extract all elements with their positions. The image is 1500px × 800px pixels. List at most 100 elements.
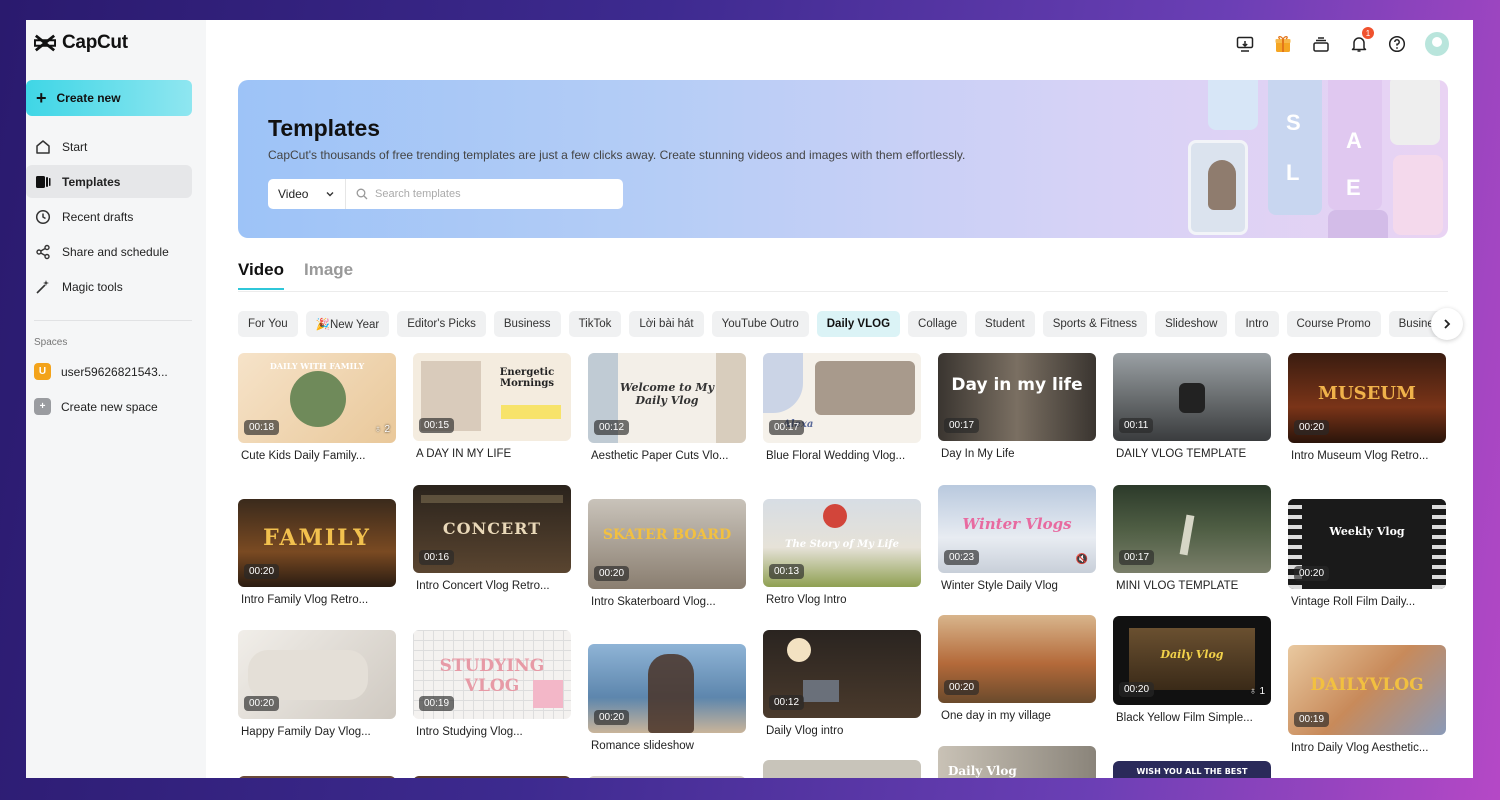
thumbnail-text: DAILY WITH FAMILY bbox=[269, 361, 365, 371]
tab-image[interactable]: Image bbox=[304, 260, 353, 290]
category-chips: For You 🎉New Year Editor's Picks Busines… bbox=[238, 311, 1438, 337]
magic-wand-icon bbox=[34, 278, 52, 296]
sidebar-item-label: Magic tools bbox=[62, 279, 123, 294]
category-chip[interactable]: Course Promo bbox=[1286, 311, 1381, 337]
template-card[interactable]: SKATER BOARD 00:20 Intro Skaterboard Vlo… bbox=[588, 499, 746, 608]
logo[interactable]: CapCut bbox=[34, 32, 128, 54]
template-card[interactable]: FAMILY 00:20 Intro Family Vlog Retro... bbox=[238, 499, 396, 606]
sidebar-item-share-schedule[interactable]: Share and schedule bbox=[26, 235, 192, 268]
search-type-select[interactable]: Video bbox=[268, 179, 346, 209]
help-icon[interactable] bbox=[1387, 34, 1407, 54]
template-card[interactable] bbox=[588, 776, 746, 778]
category-chip[interactable]: Collage bbox=[908, 311, 968, 337]
template-card[interactable]: The Story of My Life 00:13 Retro Vlog In… bbox=[763, 499, 921, 606]
gift-icon[interactable] bbox=[1273, 34, 1293, 54]
category-chip[interactable]: Editor's Picks bbox=[397, 311, 486, 337]
mute-icon[interactable]: 🔇 bbox=[1076, 554, 1088, 565]
template-card[interactable]: Weekly Vlog 00:20 Vintage Roll Film Dail… bbox=[1288, 499, 1446, 608]
space-user-name: user59626821543... bbox=[61, 364, 168, 379]
category-chip[interactable]: For You bbox=[238, 311, 298, 337]
template-card[interactable]: Winter Vlogs 00:23 🔇 Winter Style Daily … bbox=[938, 485, 1096, 592]
search-bar: Video bbox=[268, 179, 623, 209]
template-title: Cute Kids Daily Family... bbox=[241, 450, 366, 462]
usage-value: 2 bbox=[384, 424, 390, 435]
search-input[interactable] bbox=[375, 188, 605, 200]
template-thumbnail: Daily Vlog 00:20 ♁ 1 bbox=[1113, 616, 1271, 705]
thumbnail-text: FAMILY bbox=[263, 525, 371, 551]
template-card[interactable]: Alexa 00:17 Blue Floral Wedding Vlog... bbox=[763, 353, 921, 462]
bell-icon[interactable]: 1 bbox=[1349, 27, 1374, 54]
sidebar-item-templates[interactable]: Templates bbox=[26, 165, 192, 198]
sidebar: CapCut + Create new Start Templates Rece… bbox=[26, 20, 206, 778]
search-type-value: Video bbox=[278, 187, 309, 201]
template-card[interactable]: WISH YOU ALL THE BEST bbox=[1113, 761, 1271, 778]
create-space-button[interactable]: + Create new space bbox=[34, 398, 158, 415]
category-chip[interactable]: Business bbox=[493, 311, 561, 337]
template-card[interactable] bbox=[238, 776, 396, 778]
thumbnail-text: DAILYVLOG bbox=[1310, 675, 1424, 695]
template-card[interactable] bbox=[413, 776, 571, 778]
template-card[interactable]: DAILYVLOG 00:19 Intro Daily Vlog Aesthet… bbox=[1288, 645, 1446, 754]
category-chip[interactable]: Sports & Fitness bbox=[1042, 311, 1148, 337]
art-letter: L bbox=[1286, 160, 1300, 185]
duration-badge: 00:19 bbox=[1294, 712, 1330, 727]
template-card[interactable]: Day in my life 00:17 Day In My Life bbox=[938, 353, 1096, 460]
template-card[interactable]: Daily Vlog bbox=[938, 746, 1096, 778]
plus-icon: + bbox=[36, 88, 47, 108]
template-card[interactable]: MUSEUM 00:20 Intro Museum Vlog Retro... bbox=[1288, 353, 1446, 462]
category-chip[interactable]: YouTube Outro bbox=[711, 311, 809, 337]
template-card[interactable]: 00:20 Romance slideshow bbox=[588, 644, 746, 752]
category-chip[interactable]: 🎉New Year bbox=[305, 311, 390, 337]
download-app-icon[interactable] bbox=[1235, 34, 1255, 54]
category-chip[interactable]: TikTok bbox=[568, 311, 622, 337]
duration-badge: 00:20 bbox=[1119, 682, 1155, 697]
duration-badge: 00:11 bbox=[1119, 418, 1154, 433]
tab-video[interactable]: Video bbox=[238, 260, 284, 290]
template-card[interactable]: Welcome to My Daily Vlog 00:12 Aesthetic… bbox=[588, 353, 746, 462]
template-title: A DAY IN MY LIFE bbox=[416, 448, 512, 460]
banner-illustration: S A L E bbox=[1178, 80, 1448, 238]
template-thumbnail: WISH YOU ALL THE BEST bbox=[1113, 761, 1271, 778]
template-thumbnail: 00:12 bbox=[763, 630, 921, 718]
sidebar-item-recent-drafts[interactable]: Recent drafts bbox=[26, 200, 192, 233]
user-avatar[interactable] bbox=[1425, 32, 1449, 56]
duration-badge: 00:20 bbox=[244, 564, 280, 579]
page-title: Templates bbox=[268, 115, 381, 141]
category-chip[interactable]: Student bbox=[975, 311, 1035, 337]
template-thumbnail: The Story of My Life 00:13 bbox=[763, 499, 921, 587]
template-card[interactable]: 00:12 Daily Vlog intro bbox=[763, 630, 921, 737]
template-thumbnail: FAMILY 00:20 bbox=[238, 499, 396, 587]
media-type-tabs: Video Image bbox=[238, 260, 353, 290]
template-card[interactable]: Energetic Mornings 00:15 A DAY IN MY LIF… bbox=[413, 353, 571, 460]
template-card[interactable]: 00:11 DAILY VLOG TEMPLATE bbox=[1113, 353, 1271, 460]
template-title: Blue Floral Wedding Vlog... bbox=[766, 450, 906, 462]
search-field bbox=[346, 179, 623, 209]
thumbnail-text: MUSEUM bbox=[1318, 383, 1416, 404]
template-card[interactable]: 00:20 Happy Family Day Vlog... bbox=[238, 630, 396, 738]
template-card[interactable]: DAILY WITH FAMILY 00:18 ♁ 2 Cute Kids Da… bbox=[238, 353, 396, 462]
duration-badge: 00:19 bbox=[419, 696, 455, 711]
template-title: Intro Studying Vlog... bbox=[416, 726, 523, 738]
template-card[interactable]: CONCERT 00:16 Intro Concert Vlog Retro..… bbox=[413, 485, 571, 592]
template-card[interactable]: STUDYING VLOG 00:19 Intro Studying Vlog.… bbox=[413, 630, 571, 738]
clock-icon bbox=[34, 208, 52, 226]
space-user-item[interactable]: U user59626821543... bbox=[34, 363, 168, 380]
category-chip-active[interactable]: Daily VLOG bbox=[816, 311, 901, 337]
duration-badge: 00:15 bbox=[419, 418, 455, 433]
template-card[interactable] bbox=[763, 760, 921, 778]
category-chip[interactable]: Lời bài hát bbox=[629, 311, 704, 337]
template-card[interactable]: Daily Vlog 00:20 ♁ 1 Black Yellow Film S… bbox=[1113, 616, 1271, 724]
create-new-button[interactable]: + Create new bbox=[26, 80, 192, 116]
category-chip[interactable]: Slideshow bbox=[1155, 311, 1228, 337]
thumbnail-text: CONCERT bbox=[442, 519, 542, 538]
sidebar-item-magic-tools[interactable]: Magic tools bbox=[26, 270, 192, 303]
layers-icon[interactable] bbox=[1311, 34, 1331, 54]
sidebar-item-start[interactable]: Start bbox=[26, 130, 192, 163]
template-thumbnail bbox=[238, 776, 396, 778]
chips-next-button[interactable] bbox=[1431, 308, 1463, 340]
category-chip[interactable]: Intro bbox=[1235, 311, 1279, 337]
template-title: MINI VLOG TEMPLATE bbox=[1116, 580, 1239, 592]
app-window: CapCut + Create new Start Templates Rece… bbox=[26, 20, 1473, 778]
template-card[interactable]: 00:20 One day in my village bbox=[938, 615, 1096, 722]
template-card[interactable]: 00:17 MINI VLOG TEMPLATE bbox=[1113, 485, 1271, 592]
